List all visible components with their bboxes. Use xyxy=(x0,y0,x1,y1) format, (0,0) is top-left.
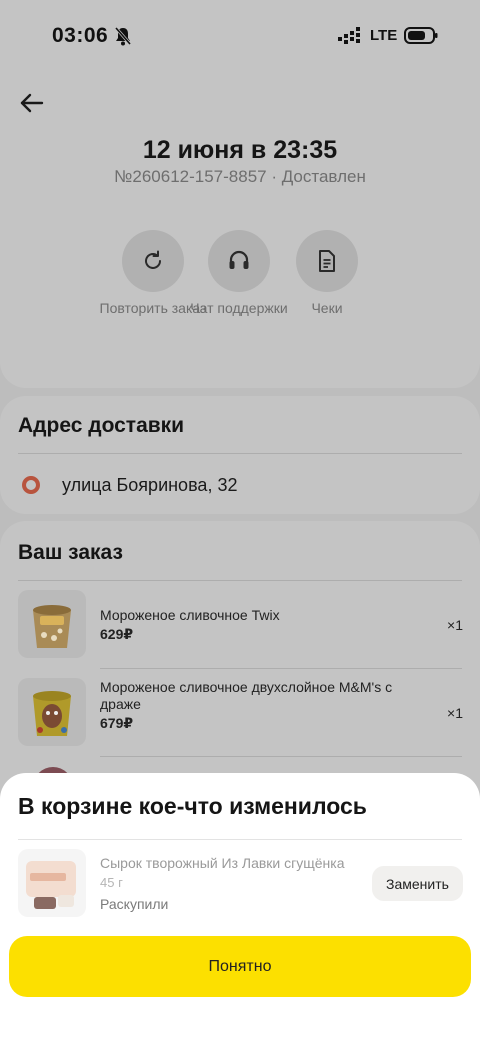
network-type: LTE xyxy=(370,27,398,44)
battery-icon xyxy=(404,27,438,44)
changed-product-image xyxy=(18,849,86,917)
order-divider xyxy=(18,580,462,581)
row-divider xyxy=(100,756,462,757)
ice-cream-tub-icon xyxy=(33,691,71,736)
confirm-button[interactable]: Понятно xyxy=(9,936,471,997)
product-price: 679₽ xyxy=(100,715,134,731)
signal-icon xyxy=(338,27,360,44)
product-image xyxy=(18,678,86,746)
sheet-title: В корзине кое-что изменилось xyxy=(18,793,367,819)
bell-muted-icon xyxy=(114,27,132,46)
ice-cream-tub-icon xyxy=(33,605,71,648)
support-chat-circle[interactable] xyxy=(208,230,270,292)
replace-button[interactable]: Заменить xyxy=(372,866,463,901)
receipts-button[interactable]: Чеки xyxy=(272,230,382,316)
changed-product-name: Сырок творожный Из Лавки сгущёнка xyxy=(100,855,345,871)
row-divider xyxy=(100,668,462,669)
order-header: 12 июня в 23:35 №260612-157-8857 · Доста… xyxy=(0,70,480,388)
receipts-circle[interactable] xyxy=(296,230,358,292)
product-quantity: ×1 xyxy=(447,617,463,633)
product-quantity: ×1 xyxy=(447,705,463,721)
product-image xyxy=(18,590,86,658)
receipt-icon xyxy=(319,250,335,272)
repeat-order-circle[interactable] xyxy=(122,230,184,292)
location-pin-icon xyxy=(22,476,40,494)
address-title: Адрес доставки xyxy=(18,414,185,437)
status-time: 03:06 xyxy=(52,24,109,47)
sheet-divider xyxy=(18,839,462,840)
headset-icon xyxy=(229,250,249,269)
status-bar: 03:06 LTE xyxy=(0,0,480,70)
cart-changed-sheet: В корзине кое-что изменилось Сырок творо… xyxy=(0,773,480,1043)
address-text[interactable]: улица Бояринова, 32 xyxy=(62,475,237,496)
order-date: 12 июня в 23:35 xyxy=(142,136,338,164)
curd-snack-icon xyxy=(26,861,76,909)
changed-product-weight: 45 г xyxy=(100,875,123,890)
receipts-label: Чеки xyxy=(311,300,343,316)
product-name: Мороженое сливочное Twix xyxy=(100,607,280,623)
product-name: Мороженое сливочное двухслойное M&M's с … xyxy=(100,679,393,712)
order-number-status: №260612-157-8857 · Доставлен xyxy=(114,167,366,186)
address-divider xyxy=(18,453,462,454)
order-title: Ваш заказ xyxy=(18,541,123,564)
delivery-address-section: Адрес доставки улица Бояринова, 32 xyxy=(0,396,480,514)
refresh-icon xyxy=(145,250,161,269)
product-price: 629₽ xyxy=(100,626,134,642)
changed-product-status: Раскупили xyxy=(100,896,169,912)
back-arrow-icon[interactable] xyxy=(18,90,46,116)
